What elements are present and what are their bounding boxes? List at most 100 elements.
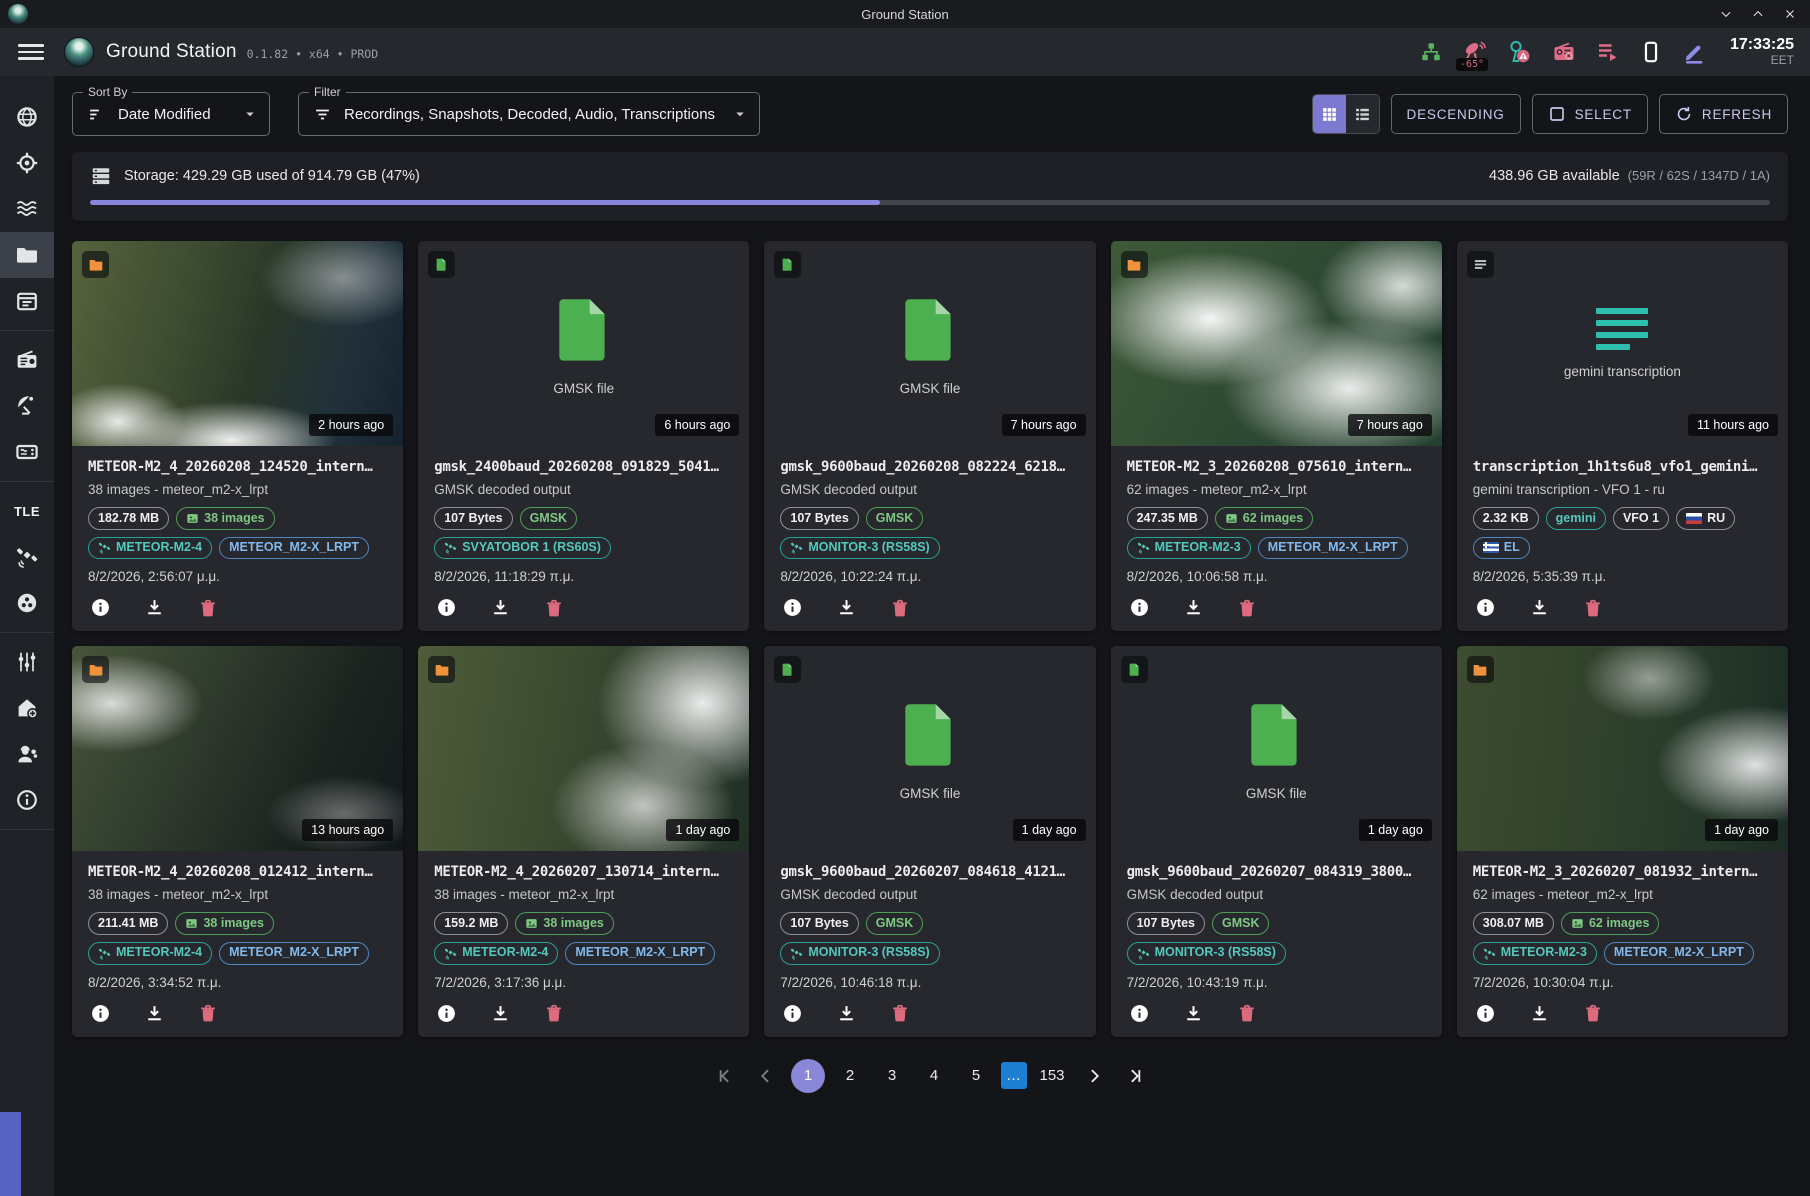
gmsk-file-thumbnail[interactable]: GMSK file1 day ago <box>1111 646 1442 851</box>
download-button[interactable] <box>144 1003 165 1024</box>
descending-button[interactable]: DESCENDING <box>1391 94 1521 134</box>
network-status-icon[interactable] <box>1420 41 1442 63</box>
sidebar-item-calendar[interactable] <box>0 278 54 324</box>
first-page-button[interactable] <box>707 1059 741 1093</box>
page-ellipsis[interactable]: … <box>1001 1062 1027 1089</box>
sidebar-item-folder[interactable] <box>0 232 54 278</box>
window-close-button[interactable] <box>1782 6 1798 22</box>
page-button-4[interactable]: 4 <box>917 1059 951 1093</box>
info-button[interactable] <box>90 1003 111 1024</box>
card-body: gmsk_9600baud_20260207_084618_4121…GMSK … <box>764 851 1095 1036</box>
delete-button[interactable] <box>544 1003 564 1023</box>
grid-view-button[interactable] <box>1313 95 1346 133</box>
filter-select[interactable]: Filter Recordings, Snapshots, Decoded, A… <box>298 92 760 136</box>
transcription-thumbnail[interactable]: gemini transcription11 hours ago <box>1457 241 1788 446</box>
menu-icon[interactable] <box>18 44 44 59</box>
queue-playlist-icon[interactable] <box>1596 40 1620 64</box>
radio-off-icon[interactable] <box>1552 40 1576 64</box>
window-maximize-button[interactable] <box>1750 6 1766 22</box>
delete-button[interactable] <box>198 598 218 618</box>
sidebar-item-modem[interactable] <box>0 429 54 475</box>
delete-button[interactable] <box>1583 1003 1603 1023</box>
sidebar-item-radio[interactable] <box>0 337 54 383</box>
dish-signal-icon[interactable]: -65° <box>1462 40 1486 64</box>
file-date: 8/2/2026, 11:18:29 π.μ. <box>434 569 733 584</box>
file-card-meteor-m2-3-20260207-081932-intern[interactable]: 1 day agoMETEOR-M2_3_20260207_081932_int… <box>1457 646 1788 1036</box>
delete-button[interactable] <box>198 1003 218 1023</box>
download-button[interactable] <box>1529 597 1550 618</box>
sidebar-item-info[interactable] <box>0 777 54 823</box>
list-view-button[interactable] <box>1346 95 1379 133</box>
page-button-3[interactable]: 3 <box>875 1059 909 1093</box>
sidebar-item-target[interactable] <box>0 140 54 186</box>
satellite-image-thumbnail[interactable]: 13 hours ago <box>72 646 403 851</box>
satellite-image-thumbnail[interactable]: 1 day ago <box>418 646 749 851</box>
delete-button[interactable] <box>1237 598 1257 618</box>
file-card-meteor-m2-4-20260208-012412-intern[interactable]: 13 hours agoMETEOR-M2_4_20260208_012412_… <box>72 646 403 1036</box>
download-button[interactable] <box>836 1003 857 1024</box>
page-button-2[interactable]: 2 <box>833 1059 867 1093</box>
sidebar-item-worker[interactable] <box>0 731 54 777</box>
sidebar-item-sliders[interactable] <box>0 639 54 685</box>
previous-page-button[interactable] <box>749 1059 783 1093</box>
info-button[interactable] <box>782 1003 803 1024</box>
refresh-button[interactable]: REFRESH <box>1659 94 1788 134</box>
info-button[interactable] <box>782 597 803 618</box>
file-card-gmsk-9600baud-20260207-084618-4121[interactable]: GMSK file1 day agogmsk_9600baud_20260207… <box>764 646 1095 1036</box>
gmsk-file-thumbnail[interactable]: GMSK file6 hours ago <box>418 241 749 446</box>
window-minimize-button[interactable] <box>1718 6 1734 22</box>
select-button[interactable]: SELECT <box>1532 94 1648 134</box>
satellite-image-thumbnail[interactable]: 1 day ago <box>1457 646 1788 851</box>
chip-label: 308.07 MB <box>1483 916 1544 932</box>
page-button-5[interactable]: 5 <box>959 1059 993 1093</box>
download-button[interactable] <box>490 1003 511 1024</box>
sidebar-item-globe[interactable] <box>0 94 54 140</box>
gmsk-file-thumbnail[interactable]: GMSK file1 day ago <box>764 646 1095 851</box>
chip-label: 211.41 MB <box>98 916 158 932</box>
info-button[interactable] <box>1129 1003 1150 1024</box>
sidebar-item-tle[interactable]: TLE <box>0 488 54 534</box>
last-page-button[interactable] <box>1119 1059 1153 1093</box>
next-page-button[interactable] <box>1077 1059 1111 1093</box>
file-card-transcription-1h1ts6u8-vfo1-gemini[interactable]: gemini transcription11 hours agotranscri… <box>1457 241 1788 631</box>
delete-button[interactable] <box>1237 1003 1257 1023</box>
delete-button[interactable] <box>1583 598 1603 618</box>
delete-button[interactable] <box>890 1003 910 1023</box>
download-button[interactable] <box>144 597 165 618</box>
antenna-warning-icon[interactable] <box>1506 39 1532 65</box>
page-button-153[interactable]: 153 <box>1035 1059 1069 1093</box>
download-button[interactable] <box>490 597 511 618</box>
info-button[interactable] <box>90 597 111 618</box>
download-button[interactable] <box>1183 597 1204 618</box>
delete-button[interactable] <box>890 598 910 618</box>
sort-by-select[interactable]: Sort By Date Modified <box>72 92 270 136</box>
sidebar-item-satellite[interactable] <box>0 534 54 580</box>
satellite-image-thumbnail[interactable]: 7 hours ago <box>1111 241 1442 446</box>
download-button[interactable] <box>836 597 857 618</box>
delete-button[interactable] <box>544 598 564 618</box>
file-card-gmsk-2400baud-20260208-091829-5041[interactable]: GMSK file6 hours agogmsk_2400baud_202602… <box>418 241 749 631</box>
sidebar-item-dish[interactable] <box>0 383 54 429</box>
phone-icon[interactable] <box>1640 40 1662 64</box>
info-button[interactable] <box>1475 1003 1496 1024</box>
chip-row: 159.2 MB38 imagesMETEOR-M2-4METEOR_M2-X_… <box>434 912 733 964</box>
sidebar-item-reel[interactable] <box>0 580 54 626</box>
page-button-1[interactable]: 1 <box>791 1059 825 1093</box>
info-button[interactable] <box>436 1003 457 1024</box>
badge-file-icon <box>780 662 795 677</box>
download-button[interactable] <box>1529 1003 1550 1024</box>
file-card-gmsk-9600baud-20260207-084319-3800[interactable]: GMSK file1 day agogmsk_9600baud_20260207… <box>1111 646 1442 1036</box>
file-card-gmsk-9600baud-20260208-082224-6218[interactable]: GMSK file7 hours agogmsk_9600baud_202602… <box>764 241 1095 631</box>
info-button[interactable] <box>436 597 457 618</box>
info-button[interactable] <box>1129 597 1150 618</box>
file-card-meteor-m2-3-20260208-075610-intern[interactable]: 7 hours agoMETEOR-M2_3_20260208_075610_i… <box>1111 241 1442 631</box>
info-button[interactable] <box>1475 597 1496 618</box>
sidebar-item-waves[interactable] <box>0 186 54 232</box>
file-card-meteor-m2-4-20260208-124520-intern[interactable]: 2 hours agoMETEOR-M2_4_20260208_124520_i… <box>72 241 403 631</box>
sidebar-item-home-add[interactable] <box>0 685 54 731</box>
satellite-image-thumbnail[interactable]: 2 hours ago <box>72 241 403 446</box>
gmsk-file-thumbnail[interactable]: GMSK file7 hours ago <box>764 241 1095 446</box>
edit-icon[interactable] <box>1682 40 1706 64</box>
file-card-meteor-m2-4-20260207-130714-intern[interactable]: 1 day agoMETEOR-M2_4_20260207_130714_int… <box>418 646 749 1036</box>
download-button[interactable] <box>1183 1003 1204 1024</box>
